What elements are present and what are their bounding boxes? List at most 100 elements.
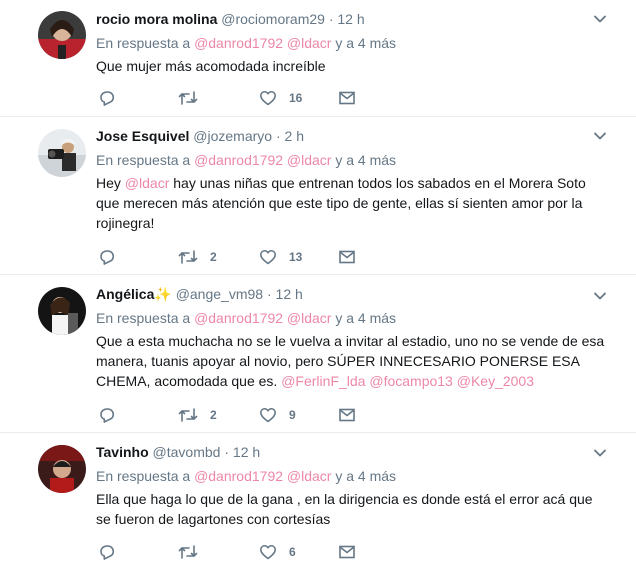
reply-mention[interactable]: @danrod1792 [194,35,283,51]
reply-context: En respuesta a @danrod1792 @ldacr y a 4 … [96,467,606,485]
reply-icon [100,91,115,106]
retweet-icon [178,545,198,559]
reply-icon [100,545,115,560]
tweet-text: Ella que haga lo que de la gana , en la … [96,491,593,527]
tweet-text: Que mujer más acomodada increíble [96,58,326,74]
tweet-actions: 2 9 [96,405,366,425]
author-handle[interactable]: @rociomoram29 [221,11,325,27]
reply-thread: rocio mora molina @rociomoram29 · 12 h E… [0,0,636,568]
reply-icon [100,250,115,265]
reply-mention[interactable]: @ldacr [287,310,332,326]
chevron-down-icon[interactable] [594,290,606,302]
retweet-count: 2 [210,250,217,264]
avatar[interactable] [38,287,86,335]
tweet-mention[interactable]: @Key_2003 [457,373,534,389]
reply-more-link[interactable]: y a 4 más [335,468,396,484]
tweet-mention[interactable]: @focampo13 [369,373,452,389]
retweet-count: 2 [210,408,217,422]
like-button[interactable]: 16 [259,88,302,108]
heart-icon [260,250,276,265]
reply-mention[interactable]: @ldacr [287,35,332,51]
like-count: 16 [289,91,303,105]
separator-dot: · [275,128,281,144]
timestamp[interactable]: 12 h [337,11,364,27]
direct-message-button[interactable] [338,405,356,425]
tweet-mention[interactable]: @FerlinF_lda [281,373,365,389]
author-name[interactable]: Tavinho [96,444,149,460]
reply-context: En respuesta a @danrod1792 @ldacr y a 4 … [96,151,606,169]
like-count: 9 [289,408,296,422]
timestamp[interactable]: 12 h [233,444,260,460]
like-button[interactable]: 9 [259,405,296,425]
tweet-mention[interactable]: @ldacr [125,175,170,191]
tweet[interactable]: Tavinho @tavombd · 12 h En respuesta a @… [0,433,636,568]
tweet-text-part: hay unas niñas que entrenan todos los sa… [96,175,586,231]
like-button[interactable]: 6 [259,542,296,562]
avatar[interactable] [38,445,86,493]
retweet-button[interactable]: 2 [178,405,217,425]
tweet[interactable]: rocio mora molina @rociomoram29 · 12 h E… [0,0,636,117]
tweet-actions: 6 [96,542,366,562]
heart-icon [260,408,276,423]
reply-context: En respuesta a @danrod1792 @ldacr y a 4 … [96,34,606,52]
chevron-down-icon[interactable] [594,13,606,25]
tweet-text: Hey @ldacr hay unas niñas que entrenan t… [96,173,606,233]
reply-prefix: En respuesta a [96,152,191,168]
reply-prefix: En respuesta a [96,468,191,484]
author-name[interactable]: Jose Esquivel [96,128,189,144]
like-count: 6 [289,545,296,559]
envelope-icon [339,250,355,264]
retweet-button[interactable] [178,542,210,562]
tweet-text: Que a esta muchacha no se le vuelva a in… [96,331,606,391]
reply-mention[interactable]: @danrod1792 [194,152,283,168]
author-handle[interactable]: @jozemaryo [193,128,272,144]
reply-mention[interactable]: @danrod1792 [194,468,283,484]
chevron-down-icon[interactable] [594,447,606,459]
like-button[interactable]: 13 [259,247,302,267]
retweet-icon [178,250,198,264]
reply-mention[interactable]: @ldacr [287,468,332,484]
reply-button[interactable] [98,542,128,562]
direct-message-button[interactable] [338,88,356,108]
retweet-button[interactable]: 2 [178,247,217,267]
chevron-down-icon[interactable] [594,130,606,142]
separator-dot: · [224,444,230,460]
reply-mention[interactable]: @ldacr [287,152,332,168]
tweet-actions: 2 13 [96,247,366,267]
separator-dot: · [266,286,272,302]
author-name[interactable]: rocio mora molina [96,11,217,27]
tweet-actions: 16 [96,88,366,108]
reply-mention[interactable]: @danrod1792 [194,310,283,326]
sparkles-icon: ✨ [154,287,172,303]
envelope-icon [339,91,355,105]
reply-more-link[interactable]: y a 4 más [335,152,396,168]
avatar[interactable] [38,129,86,177]
timestamp[interactable]: 2 h [285,128,304,144]
author-handle[interactable]: @ange_vm98 [176,286,263,302]
tweet[interactable]: Angélica✨ @ange_vm98 · 12 h En respuesta… [0,275,636,433]
direct-message-button[interactable] [338,542,356,562]
envelope-icon [339,408,355,422]
reply-more-link[interactable]: y a 4 más [335,310,396,326]
author-handle[interactable]: @tavombd [153,444,221,460]
like-count: 13 [289,250,303,264]
reply-icon [100,408,115,423]
reply-button[interactable] [98,247,128,267]
reply-button[interactable] [98,405,128,425]
heart-icon [260,545,276,560]
avatar[interactable] [38,11,86,59]
tweet-text-part: Hey [96,175,125,191]
retweet-button[interactable] [178,88,210,108]
envelope-icon [339,545,355,559]
reply-prefix: En respuesta a [96,35,191,51]
timestamp[interactable]: 12 h [276,286,303,302]
direct-message-button[interactable] [338,247,356,267]
retweet-icon [178,408,198,422]
reply-more-link[interactable]: y a 4 más [335,35,396,51]
reply-context: En respuesta a @danrod1792 @ldacr y a 4 … [96,309,606,327]
heart-icon [260,91,276,106]
reply-button[interactable] [98,88,128,108]
author-name[interactable]: Angélica [96,286,154,302]
tweet[interactable]: Jose Esquivel @jozemaryo · 2 h En respue… [0,117,636,275]
separator-dot: · [328,11,334,27]
